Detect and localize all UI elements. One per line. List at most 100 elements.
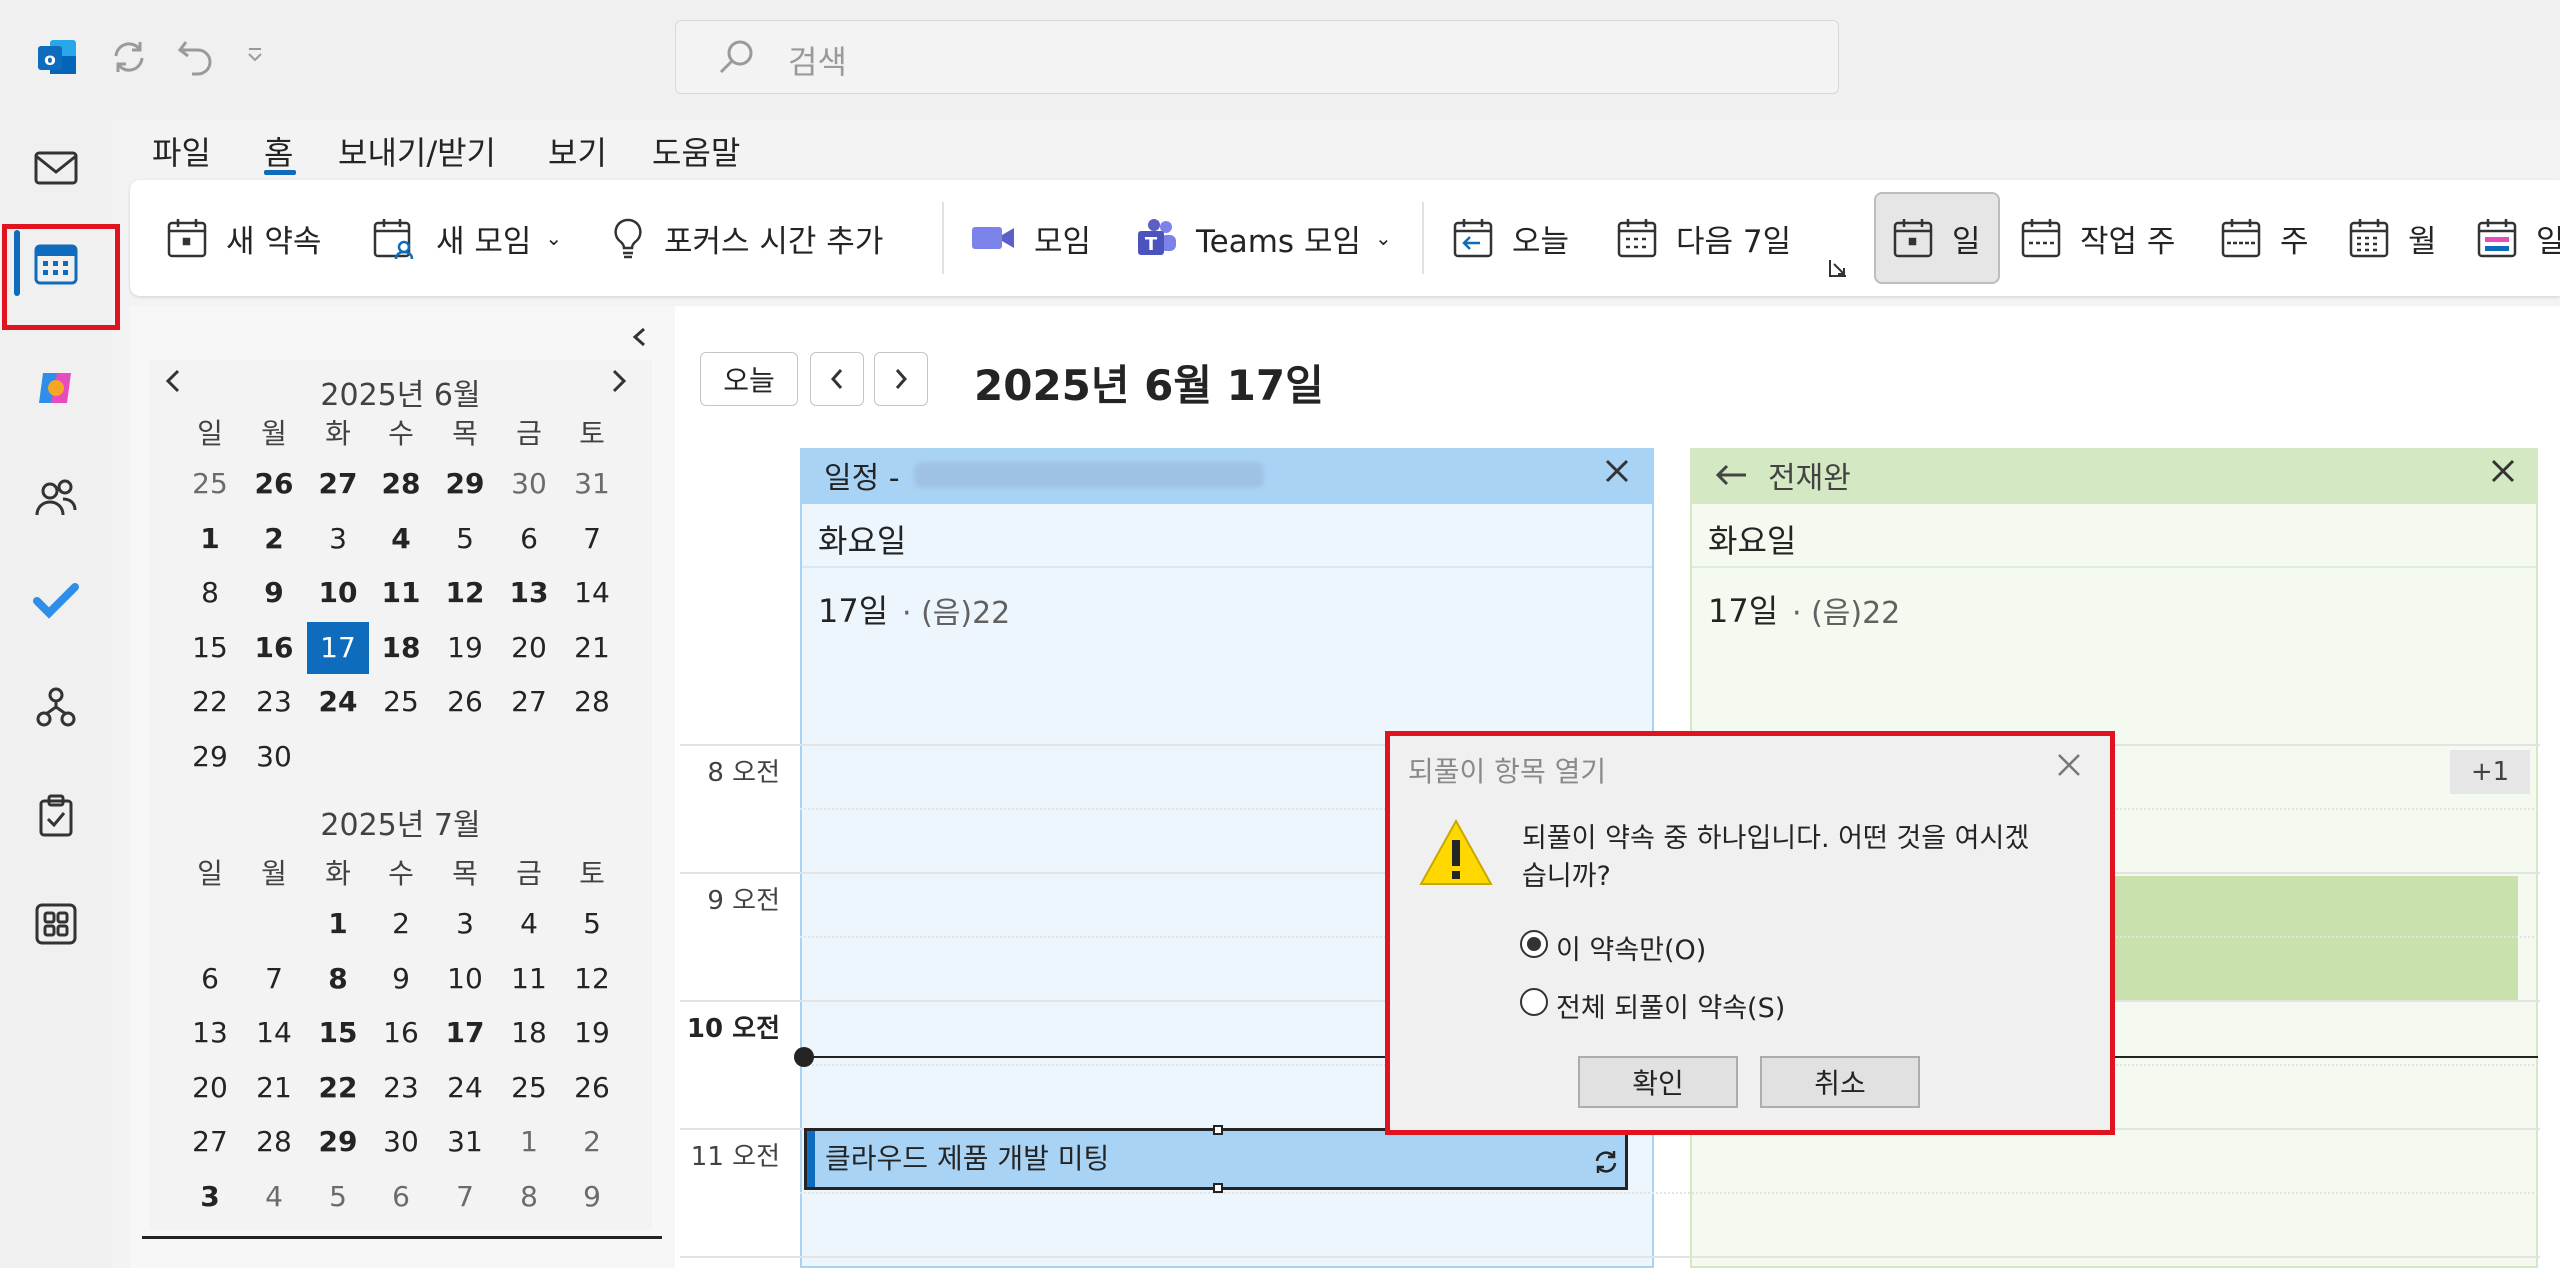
calendar-day[interactable]: 4 <box>370 513 432 565</box>
chevron-down-icon[interactable]: ⌄ <box>1375 226 1392 250</box>
calendar-day[interactable]: 24 <box>307 676 369 728</box>
month-button[interactable]: 월 <box>2348 180 2437 296</box>
go-today-button[interactable]: 오늘 <box>700 352 798 406</box>
calendar-day[interactable]: 5 <box>561 898 623 950</box>
calendar-day[interactable]: 26 <box>561 1062 623 1114</box>
org-explorer-icon[interactable] <box>28 680 84 736</box>
ok-button[interactable]: 확인 <box>1578 1056 1738 1108</box>
day-view-button[interactable]: 일 <box>1892 180 1981 296</box>
calendar-day[interactable]: 23 <box>243 676 305 728</box>
calendar-day[interactable]: 20 <box>498 622 560 674</box>
calendar-day[interactable]: 15 <box>179 622 241 674</box>
close-icon[interactable] <box>2490 458 2516 484</box>
calendar-day[interactable]: 7 <box>561 513 623 565</box>
calendar-day[interactable]: 27 <box>179 1116 241 1168</box>
prev-day-button[interactable] <box>810 352 864 406</box>
dialog-close-icon[interactable] <box>2056 752 2082 778</box>
menu-help[interactable]: 도움말 <box>652 128 740 174</box>
focus-time-button[interactable]: 포커스 시간 추가 <box>610 180 883 296</box>
calendar-day[interactable]: 29 <box>434 458 496 510</box>
mail-icon[interactable] <box>28 140 84 196</box>
calendar-day[interactable]: 13 <box>498 567 560 619</box>
calendar-day[interactable]: 9 <box>243 567 305 619</box>
calendar-day[interactable]: 21 <box>561 622 623 674</box>
calendar-day[interactable]: 17 <box>307 621 369 674</box>
menu-view[interactable]: 보기 <box>548 128 607 174</box>
calendar-day[interactable]: 25 <box>370 676 432 728</box>
calendar-day[interactable]: 19 <box>561 1007 623 1059</box>
apps-grid-icon[interactable] <box>28 896 84 952</box>
calendar-day[interactable]: 30 <box>243 731 305 783</box>
calendar-day[interactable]: 30 <box>498 458 560 510</box>
calendar-day[interactable]: 3 <box>434 898 496 950</box>
calendar-day[interactable]: 8 <box>498 1171 560 1223</box>
menu-file[interactable]: 파일 <box>152 128 211 174</box>
calendar-day[interactable]: 18 <box>370 622 432 674</box>
copilot-icon[interactable] <box>28 360 84 416</box>
calendar-day[interactable]: 10 <box>434 953 496 1005</box>
calendar-day[interactable]: 5 <box>434 513 496 565</box>
calendar-day[interactable]: 26 <box>434 676 496 728</box>
calendar-day[interactable]: 30 <box>370 1116 432 1168</box>
calendar-day[interactable]: 13 <box>179 1007 241 1059</box>
calendar-day[interactable]: 27 <box>498 676 560 728</box>
calendar-day[interactable]: 14 <box>243 1007 305 1059</box>
calendar-day[interactable]: 27 <box>307 458 369 510</box>
calendar-day[interactable]: 3 <box>179 1171 241 1223</box>
radio-entire-series[interactable] <box>1520 988 1548 1016</box>
calendar-day[interactable]: 5 <box>307 1171 369 1223</box>
meeting-button[interactable]: 모임 <box>970 180 1091 296</box>
calendar-day[interactable]: 4 <box>243 1171 305 1223</box>
calendar-day[interactable]: 6 <box>370 1171 432 1223</box>
calendar-day[interactable]: 29 <box>307 1116 369 1168</box>
calendar-day[interactable]: 3 <box>307 513 369 565</box>
calendar-day[interactable]: 19 <box>434 622 496 674</box>
teams-meeting-button[interactable]: T Teams 모임 ⌄ <box>1136 180 1392 296</box>
calendar-day[interactable]: 29 <box>179 731 241 783</box>
event-cloud-product-meeting[interactable]: 클라우드 제품 개발 미팅 <box>804 1125 1628 1193</box>
calendar-day[interactable]: 23 <box>370 1062 432 1114</box>
new-appointment-button[interactable]: 새 약속 <box>166 180 321 296</box>
radio-this-occurrence-label[interactable]: 이 약속만(O) <box>1556 928 1706 967</box>
calendar-day[interactable]: 9 <box>370 953 432 1005</box>
calendar-day[interactable]: 1 <box>179 513 241 565</box>
undo-icon[interactable] <box>176 36 216 76</box>
next-7-days-button[interactable]: 다음 7일 <box>1616 180 1791 296</box>
calendar-day[interactable]: 7 <box>434 1171 496 1223</box>
radio-this-occurrence[interactable] <box>1520 930 1548 958</box>
calendar-day[interactable]: 28 <box>561 676 623 728</box>
search-input[interactable]: 검색 <box>788 37 847 83</box>
calendar-day[interactable]: 15 <box>307 1007 369 1059</box>
cancel-button[interactable]: 취소 <box>1760 1056 1920 1108</box>
calendar-day[interactable]: 8 <box>179 567 241 619</box>
calendar-day[interactable]: 12 <box>434 567 496 619</box>
menu-send-receive[interactable]: 보내기/받기 <box>338 128 496 174</box>
calendar-day[interactable]: 12 <box>561 953 623 1005</box>
close-icon[interactable] <box>1604 458 1630 484</box>
search-box[interactable]: 검색 <box>675 20 1839 94</box>
schedule-view-button[interactable]: 일 <box>2476 180 2560 296</box>
calendar-day[interactable]: 28 <box>243 1116 305 1168</box>
tasks-clipboard-icon[interactable] <box>28 788 84 844</box>
resize-handle-bottom[interactable] <box>1213 1183 1223 1193</box>
resize-handle-top[interactable] <box>1213 1125 1223 1135</box>
today-button[interactable]: 오늘 <box>1452 180 1569 296</box>
calendar-day[interactable]: 18 <box>498 1007 560 1059</box>
calendar-day[interactable]: 16 <box>243 622 305 674</box>
calendar-day[interactable]: 2 <box>370 898 432 950</box>
next-day-button[interactable] <box>874 352 928 406</box>
calendar-day[interactable]: 17 <box>434 1007 496 1059</box>
calendar-tab-shared[interactable]: 전재완 <box>1690 448 2538 502</box>
calendar-day[interactable]: 22 <box>307 1062 369 1114</box>
radio-entire-series-label[interactable]: 전체 되풀이 약속(S) <box>1556 986 1785 1025</box>
quick-access-dropdown-icon[interactable] <box>246 46 264 64</box>
calendar-day[interactable]: 22 <box>179 676 241 728</box>
calendar-day[interactable]: 31 <box>561 458 623 510</box>
calendar-tab-own[interactable]: 일정 - <box>800 448 1654 502</box>
calendar-day[interactable]: 26 <box>243 458 305 510</box>
dialog-launcher-icon[interactable] <box>1828 258 1848 278</box>
calendar-day[interactable]: 11 <box>370 567 432 619</box>
calendar-day[interactable]: 6 <box>498 513 560 565</box>
calendar-day[interactable]: 7 <box>243 953 305 1005</box>
calendar-day[interactable]: 16 <box>370 1007 432 1059</box>
